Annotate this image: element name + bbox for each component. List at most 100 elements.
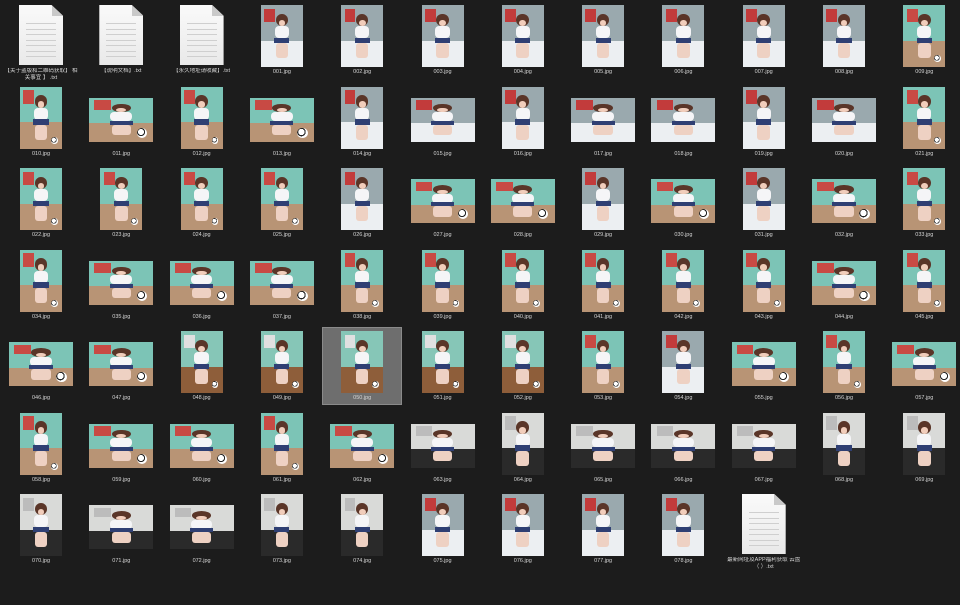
file-item-image[interactable]: 032.jpg	[805, 165, 883, 241]
file-item-image[interactable]: 025.jpg	[243, 165, 321, 241]
file-item-image[interactable]: 075.jpg	[404, 491, 482, 567]
file-item-image[interactable]: 074.jpg	[323, 491, 401, 567]
file-item-image[interactable]: 010.jpg	[2, 84, 80, 160]
file-item-image[interactable]: 076.jpg	[484, 491, 562, 567]
file-item-image[interactable]: 028.jpg	[484, 165, 562, 241]
file-item-image[interactable]: 035.jpg	[82, 247, 160, 323]
file-name-label: 020.jpg	[834, 150, 854, 157]
file-item-image[interactable]: 062.jpg	[323, 410, 401, 486]
file-item-image[interactable]: 058.jpg	[2, 410, 80, 486]
file-item-image[interactable]: 007.jpg	[725, 2, 803, 78]
file-item-image[interactable]: 036.jpg	[163, 247, 241, 323]
file-item-image[interactable]: 070.jpg	[2, 491, 80, 567]
file-item-image[interactable]: 039.jpg	[404, 247, 482, 323]
file-item-image[interactable]: 037.jpg	[243, 247, 321, 323]
file-item-image[interactable]: 064.jpg	[484, 410, 562, 486]
image-thumbnail-icon	[501, 412, 544, 475]
file-item-image[interactable]: 043.jpg	[725, 247, 803, 323]
file-item-image[interactable]: 071.jpg	[82, 491, 160, 567]
image-thumbnail-icon	[260, 412, 303, 475]
file-item-image[interactable]: 011.jpg	[82, 84, 160, 160]
file-item-image[interactable]: 077.jpg	[564, 491, 642, 567]
file-item-image[interactable]: 026.jpg	[323, 165, 401, 241]
file-item-image[interactable]: 069.jpg	[885, 410, 960, 486]
image-thumbnail-icon	[490, 179, 555, 223]
file-name-label: 【说明文档】.txt	[101, 68, 142, 74]
file-name-label: 057.jpg	[915, 395, 934, 401]
file-name-label: 042.jpg	[674, 313, 693, 320]
file-item-image[interactable]: 002.jpg	[323, 2, 401, 78]
file-item-image[interactable]: 019.jpg	[725, 84, 803, 160]
file-item-image[interactable]: 040.jpg	[484, 247, 562, 323]
file-item-image[interactable]: 014.jpg	[323, 84, 401, 160]
file-name-label: 051.jpg	[433, 395, 452, 401]
file-item-image[interactable]: 029.jpg	[564, 165, 642, 241]
file-item-image[interactable]: 015.jpg	[404, 84, 482, 160]
file-item-image[interactable]: 031.jpg	[725, 165, 803, 241]
file-item-document[interactable]: 【永久地址请收藏】.txt	[163, 2, 241, 78]
file-item-image[interactable]: 033.jpg	[885, 165, 960, 241]
file-item-image[interactable]: 068.jpg	[805, 410, 883, 486]
file-item-image[interactable]: 046.jpg	[2, 328, 80, 404]
file-item-image[interactable]: 020.jpg	[805, 84, 883, 160]
file-item-image[interactable]: 024.jpg	[163, 165, 241, 241]
file-item-image[interactable]: 023.jpg	[82, 165, 160, 241]
file-item-image[interactable]: 073.jpg	[243, 491, 321, 567]
file-item-image[interactable]: 048.jpg	[163, 328, 241, 404]
file-item-image[interactable]: 065.jpg	[564, 410, 642, 486]
file-item-image[interactable]: 005.jpg	[564, 2, 642, 78]
file-item-image[interactable]: 053.jpg	[564, 328, 642, 404]
image-thumbnail-icon	[180, 168, 223, 230]
image-thumbnail-icon	[812, 97, 876, 142]
file-name-label: 034.jpg	[31, 313, 51, 320]
file-item-image[interactable]: 059.jpg	[82, 410, 160, 486]
file-item-image[interactable]: 013.jpg	[243, 84, 321, 160]
file-item-document[interactable]: 【说明文档】.txt	[82, 2, 160, 78]
file-item-image[interactable]: 049.jpg	[243, 328, 321, 404]
file-item-image[interactable]: 055.jpg	[725, 328, 803, 404]
file-item-image[interactable]: 006.jpg	[644, 2, 722, 78]
file-item-image[interactable]: 018.jpg	[644, 84, 722, 160]
file-item-image[interactable]: 063.jpg	[404, 410, 482, 486]
file-item-image[interactable]: 017.jpg	[564, 84, 642, 160]
file-item-image[interactable]: 027.jpg	[404, 165, 482, 241]
file-item-image[interactable]: 052.jpg	[484, 328, 562, 404]
file-name-label: 016.jpg	[513, 150, 532, 157]
file-item-image[interactable]: 066.jpg	[644, 410, 722, 486]
file-item-image[interactable]: 056.jpg	[805, 328, 883, 404]
file-item-image[interactable]: 047.jpg	[82, 328, 160, 404]
file-item-image[interactable]: 001.jpg	[243, 2, 321, 78]
file-item-image[interactable]: 012.jpg	[163, 84, 241, 160]
file-item-image[interactable]: 009.jpg	[885, 2, 960, 78]
image-thumbnail-icon	[501, 331, 544, 393]
file-item-image[interactable]: 021.jpg	[885, 84, 960, 160]
file-item-image[interactable]: 008.jpg	[805, 2, 883, 78]
file-item-image[interactable]: 003.jpg	[404, 2, 482, 78]
image-thumbnail-icon	[410, 97, 475, 142]
file-item-image[interactable]: 060.jpg	[163, 410, 241, 486]
image-thumbnail-icon	[903, 412, 946, 475]
file-item-image[interactable]: 038.jpg	[323, 247, 401, 323]
file-item-image[interactable]: 041.jpg	[564, 247, 642, 323]
file-item-document[interactable]: 【关于盗版和二维码获取】 相关事宜 】 .txt	[2, 2, 80, 81]
file-item-image[interactable]: 051.jpg	[404, 328, 482, 404]
file-item-image[interactable]: 050.jpg	[322, 327, 403, 405]
file-item-image[interactable]: 004.jpg	[484, 2, 562, 78]
file-item-image[interactable]: 045.jpg	[885, 247, 960, 323]
file-item-image[interactable]: 042.jpg	[644, 247, 722, 323]
file-item-image[interactable]: 016.jpg	[484, 84, 562, 160]
file-item-image[interactable]: 078.jpg	[644, 491, 722, 567]
file-item-image[interactable]: 054.jpg	[644, 328, 722, 404]
text-document-icon	[19, 5, 63, 65]
file-item-image[interactable]: 061.jpg	[243, 410, 321, 486]
file-item-image[interactable]: 030.jpg	[644, 165, 722, 241]
file-item-image[interactable]: 022.jpg	[2, 165, 80, 241]
file-item-image[interactable]: 044.jpg	[805, 247, 883, 323]
file-item-document[interactable]: 最新网址及APP福利获取 云盘（ ）.txt	[725, 491, 803, 570]
file-item-image[interactable]: 072.jpg	[163, 491, 241, 567]
image-thumbnail-icon	[410, 179, 475, 223]
file-item-image[interactable]: 057.jpg	[885, 328, 960, 404]
file-item-image[interactable]: 034.jpg	[2, 247, 80, 323]
file-item-image[interactable]: 067.jpg	[725, 410, 803, 486]
file-name-label: 035.jpg	[112, 313, 131, 320]
